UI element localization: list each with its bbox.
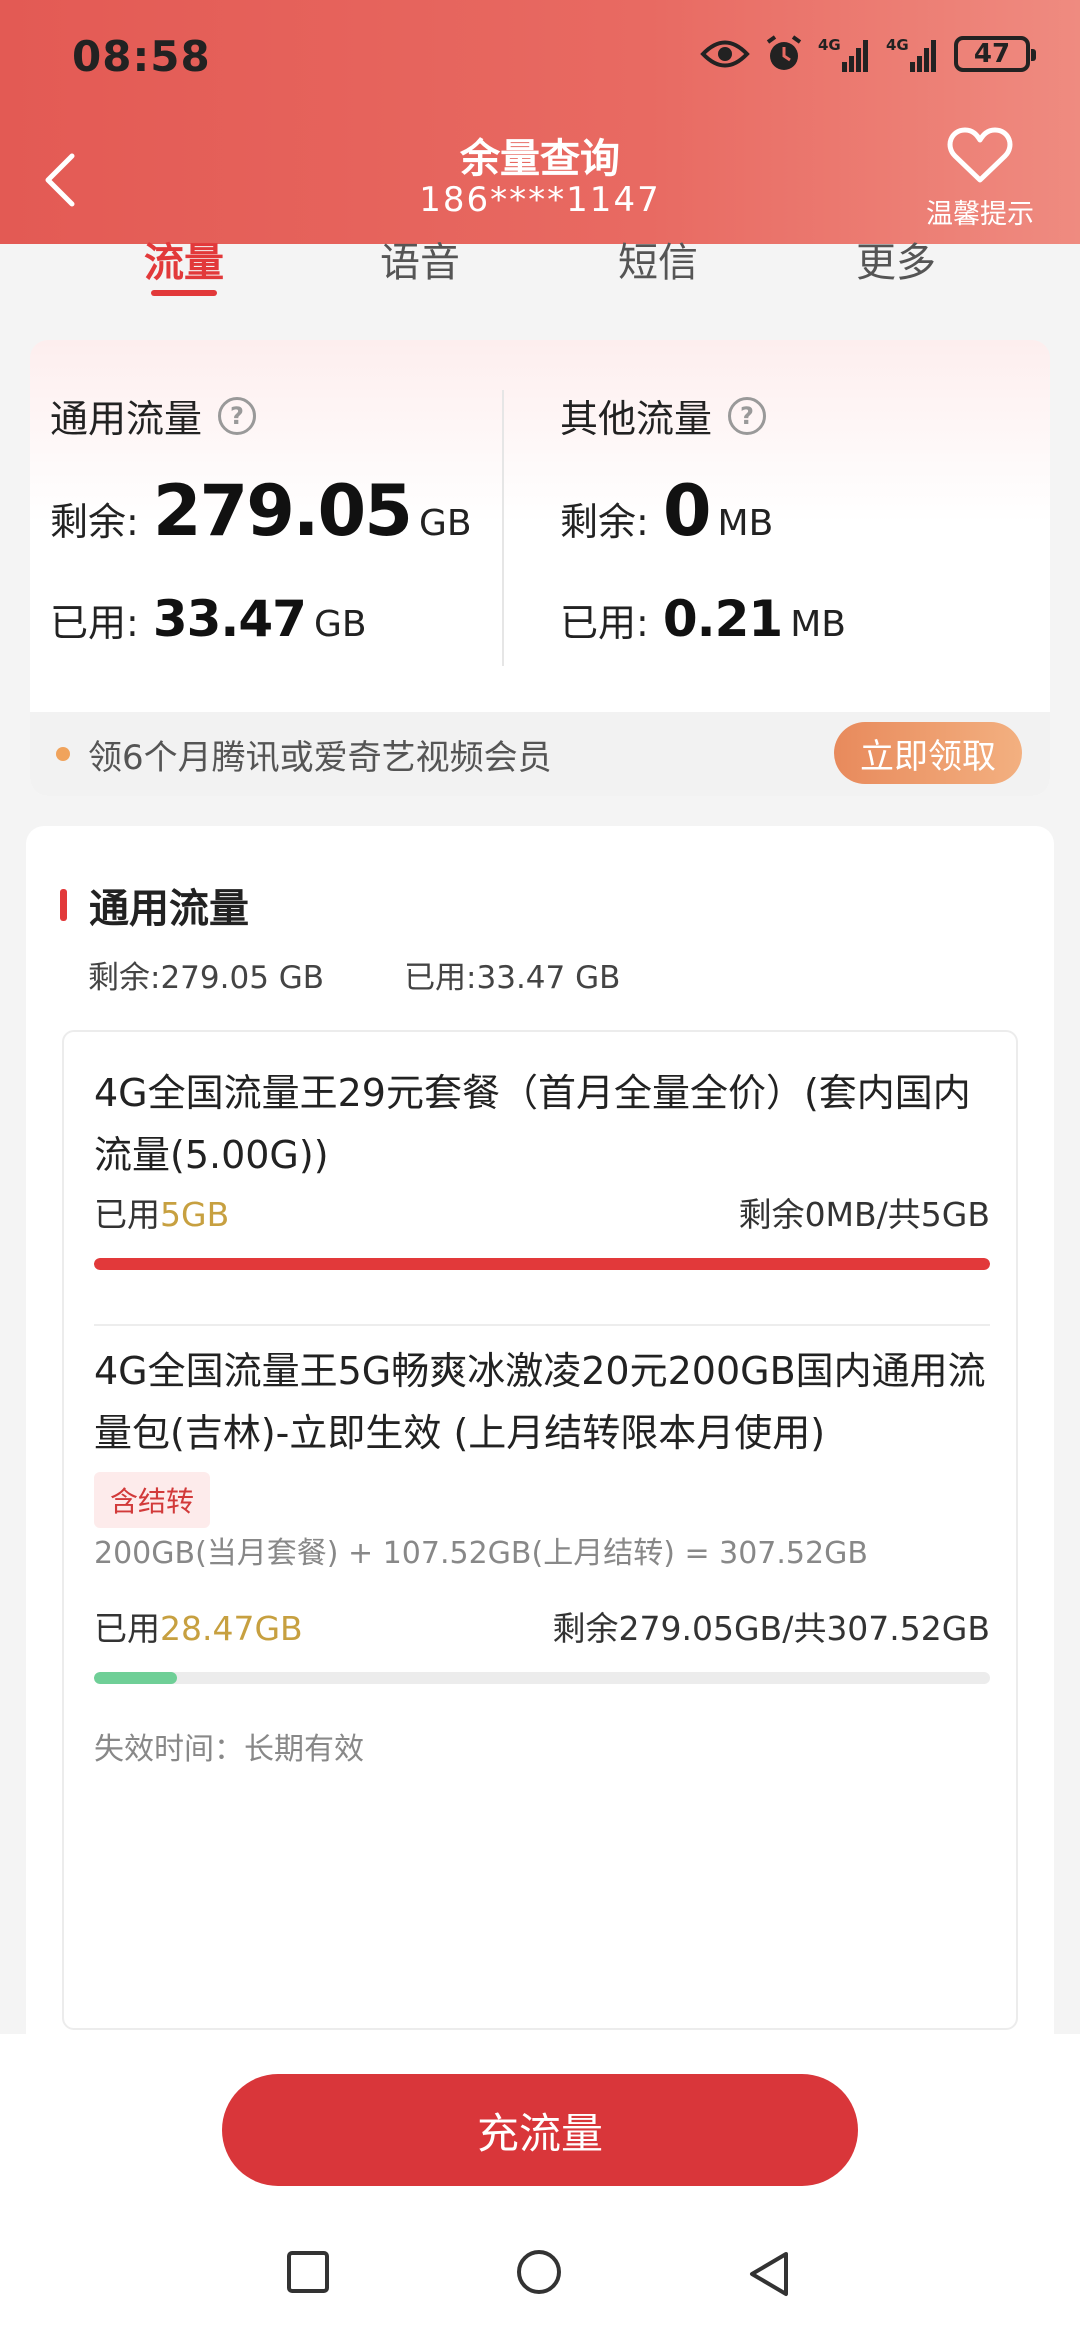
claim-now-button[interactable]: 立即领取 <box>834 722 1022 784</box>
other-used-unit: MB <box>790 604 846 645</box>
progress-bar <box>94 1672 990 1684</box>
svg-text:4G: 4G <box>818 36 841 54</box>
package-item: 4G全国流量王29元套餐（首月全量全价）(套内国内流量(5.00G)) <box>94 1062 990 1186</box>
remain-label: 剩余: <box>560 500 649 544</box>
summary-card: 通用流量 ? 剩余: 279.05 GB 已用: 33.47 GB 其他流量 ?… <box>30 340 1050 796</box>
progress-fill <box>94 1258 990 1270</box>
tips-button[interactable]: 温馨提示 <box>920 126 1040 231</box>
package-divider <box>94 1324 990 1326</box>
tab-more[interactable]: 更多 <box>816 230 976 288</box>
tab-data[interactable]: 流量 <box>104 230 264 288</box>
detail-used: 已用:33.47 GB <box>404 960 621 996</box>
eye-icon <box>700 37 750 71</box>
used-label: 已用 <box>94 1195 160 1234</box>
tab-active-indicator <box>151 290 217 296</box>
general-data-summary: 通用流量 ? 剩余: 279.05 GB 已用: 33.47 GB <box>50 340 550 710</box>
phone-number: 186****1147 <box>419 180 661 220</box>
general-used-row: 已用: 33.47 GB <box>50 590 367 648</box>
general-remain-unit: GB <box>418 503 472 544</box>
general-data-title-row: 通用流量 ? <box>50 388 257 443</box>
other-remain-row: 剩余: 0 MB <box>560 470 773 552</box>
home-icon[interactable] <box>514 2250 564 2304</box>
usage-row: 已用5GB 剩余0MB/共5GB <box>94 1188 990 1236</box>
package-name: 4G全国流量王29元套餐（首月全量全价）(套内国内流量(5.00G)) <box>94 1071 971 1177</box>
section-marker <box>60 889 67 921</box>
other-data-summary: 其他流量 ? 剩余: 0 MB 已用: 0.21 MB <box>560 340 1050 710</box>
summary-divider <box>502 390 504 666</box>
usage-row: 已用28.47GB 剩余279.05GB/共307.52GB <box>94 1602 990 1650</box>
promo-banner[interactable]: 领6个月腾讯或爱奇艺视频会员 立即领取 <box>30 712 1050 796</box>
detail-header: 通用流量 <box>60 876 249 934</box>
detail-remain: 剩余:279.05 GB <box>88 960 325 996</box>
progress-container <box>94 1258 990 1270</box>
general-used-value: 33.47 <box>152 590 307 648</box>
used-label: 已用: <box>50 601 139 645</box>
used-value: 5GB <box>160 1195 230 1234</box>
progress-bar <box>94 1258 990 1270</box>
package-name: 4G全国流量王5G畅爽冰激凌20元200GB国内通用流量包(吉林)-立即生效 (… <box>94 1349 986 1455</box>
used-label: 已用: <box>560 601 649 645</box>
package-usage-row: 已用5GB 剩余0MB/共5GB <box>94 1188 990 1236</box>
page-title: 余量查询 <box>460 136 620 182</box>
remain-label: 剩余: <box>50 500 139 544</box>
alarm-icon <box>764 34 804 74</box>
back-nav-icon[interactable] <box>746 2250 792 2302</box>
app-header: 08:58 4G 4G 47 余量查询 186****1147 温馨提示 <box>0 0 1080 244</box>
tab-voice[interactable]: 语音 <box>340 230 500 288</box>
progress-container <box>94 1672 990 1684</box>
general-data-detail-card: 通用流量 剩余:279.05 GB 已用:33.47 GB 4G全国流量王29元… <box>26 826 1054 2066</box>
expire-row: 失效时间：长期有效 <box>94 1724 990 1768</box>
other-remain-unit: MB <box>717 503 774 544</box>
general-data-title: 通用流量 <box>50 397 203 441</box>
carryover-tag: 含结转 <box>94 1472 211 1528</box>
other-data-title: 其他流量 <box>560 397 713 441</box>
remain-text: 剩余0MB/共5GB <box>738 1195 990 1234</box>
other-used-value: 0.21 <box>662 590 783 648</box>
bullet-dot-icon <box>56 747 70 761</box>
detail-summary: 剩余:279.05 GB 已用:33.47 GB <box>88 952 620 997</box>
used-label: 已用 <box>94 1609 160 1648</box>
signal-4g-icon: 4G <box>818 34 872 74</box>
package-formula: 200GB(当月套餐) + 107.52GB(上月结转) = 307.52GB <box>94 1536 868 1571</box>
help-icon[interactable]: ? <box>218 396 257 435</box>
promo-text: 领6个月腾讯或爱奇艺视频会员 <box>88 737 552 778</box>
used-value: 28.47GB <box>160 1609 303 1648</box>
status-time: 08:58 <box>72 32 211 81</box>
used-text: 已用28.47GB <box>94 1602 303 1650</box>
used-text: 已用5GB <box>94 1188 229 1236</box>
tab-sms[interactable]: 短信 <box>578 230 738 288</box>
other-data-title-row: 其他流量 ? <box>560 388 767 443</box>
recent-apps-icon[interactable] <box>286 2250 330 2298</box>
heart-icon <box>947 127 1013 183</box>
general-remain-row: 剩余: 279.05 GB <box>50 470 472 552</box>
battery-indicator: 47 <box>954 36 1036 72</box>
expire-text: 失效时间：长期有效 <box>94 1732 364 1767</box>
other-used-row: 已用: 0.21 MB <box>560 590 846 648</box>
package-formula-row: 200GB(当月套餐) + 107.52GB(上月结转) = 307.52GB <box>94 1528 990 1572</box>
progress-fill <box>94 1672 177 1684</box>
recharge-data-button[interactable]: 充流量 <box>222 2074 858 2186</box>
remain-text: 剩余279.05GB/共307.52GB <box>552 1609 990 1648</box>
package-item: 4G全国流量王5G畅爽冰激凌20元200GB国内通用流量包(吉林)-立即生效 (… <box>94 1340 990 1528</box>
detail-title: 通用流量 <box>89 886 249 932</box>
general-remain-value: 279.05 <box>152 470 413 552</box>
svg-text:4G: 4G <box>886 36 909 54</box>
package-list: 4G全国流量王29元套餐（首月全量全价）(套内国内流量(5.00G)) 已用5G… <box>62 1030 1018 2030</box>
other-remain-value: 0 <box>662 470 712 552</box>
help-icon[interactable]: ? <box>728 396 767 435</box>
signal-4g-icon: 4G <box>886 34 940 74</box>
tips-label: 温馨提示 <box>926 199 1034 230</box>
package-usage-row: 已用28.47GB 剩余279.05GB/共307.52GB <box>94 1602 990 1650</box>
status-icons: 4G 4G 47 <box>700 34 1036 74</box>
general-used-unit: GB <box>313 604 367 645</box>
